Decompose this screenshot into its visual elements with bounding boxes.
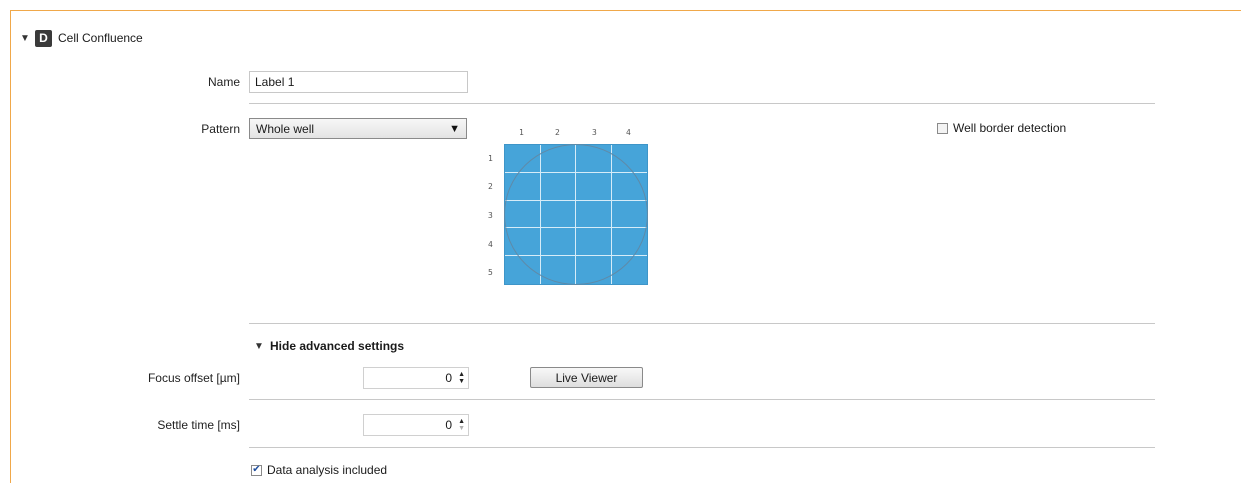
row-number: 3 [488,211,493,220]
live-viewer-button[interactable]: Live Viewer [530,367,643,388]
focus-offset-label: Focus offset [µm] [147,371,240,385]
grid-cell[interactable] [576,145,612,173]
column-number: 1 [519,128,524,137]
well-border-label: Well border detection [953,121,1067,135]
settle-time-value: 0 [445,418,453,432]
dropdown-arrow-icon: ▼ [449,122,460,135]
grid-cell[interactable] [541,256,576,284]
grid-cell[interactable] [612,256,648,284]
data-analysis-option[interactable]: ✔ Data analysis included [251,463,387,477]
section-title: Cell Confluence [58,31,143,45]
well-border-checkbox[interactable] [937,122,948,134]
well-border-detection[interactable]: Well border detection [937,121,1066,135]
column-number: 2 [555,128,560,137]
grid-cell[interactable] [611,201,647,229]
grid-cell[interactable] [611,228,647,257]
advanced-settings-label: Hide advanced settings [270,339,405,353]
section-header[interactable]: ▼ D Cell Confluence [20,28,143,48]
focus-offset-stepper[interactable]: 0 ▲ ▼ [363,367,469,389]
triangle-down-icon: ▼ [254,340,264,352]
settle-time-label: Settle time [ms] [157,418,240,432]
grid-cell[interactable] [505,145,541,173]
row-number: 2 [488,182,493,191]
column-number: 4 [626,128,631,137]
divider [249,323,1155,324]
spinner-arrows-icon[interactable]: ▲ ▼ [458,418,465,432]
row-number: 4 [488,240,493,249]
row-number: 5 [488,268,493,277]
data-analysis-label: Data analysis included [267,463,388,477]
well-pattern-grid[interactable] [504,144,648,285]
spinner-arrows-icon[interactable]: ▲ ▼ [458,371,465,385]
grid-cell[interactable] [505,256,541,284]
grid-cell[interactable] [611,173,647,201]
section-badge: D [35,29,52,47]
name-label: Name [207,75,240,89]
data-analysis-checkbox[interactable]: ✔ [251,464,262,476]
pattern-label: Pattern [201,122,240,136]
grid-cell[interactable] [505,172,541,201]
grid-cell[interactable] [505,228,541,257]
grid-cell[interactable] [611,145,647,173]
grid-cell[interactable] [540,145,576,173]
grid-cell[interactable] [505,200,541,229]
divider [249,447,1155,448]
advanced-settings-toggle[interactable]: ▼ Hide advanced settings [254,339,404,353]
grid-cell[interactable] [540,228,576,257]
grid-cell[interactable] [540,200,576,229]
grid-cell[interactable] [576,200,612,229]
divider [249,399,1155,400]
grid-cell[interactable] [576,172,612,201]
triangle-down-icon[interactable]: ▼ [20,33,32,44]
pattern-dropdown[interactable]: Whole well ▼ [249,118,467,139]
grid-cell[interactable] [540,172,576,201]
settle-time-stepper[interactable]: 0 ▲ ▼ [363,414,469,436]
grid-cell[interactable] [576,228,612,257]
grid-cell[interactable] [576,256,612,284]
name-input[interactable]: Label 1 [249,71,468,93]
column-number: 3 [592,128,597,137]
focus-offset-value: 0 [445,371,453,385]
row-number: 1 [488,154,493,163]
divider [249,103,1155,104]
pattern-selected: Whole well [256,121,315,136]
